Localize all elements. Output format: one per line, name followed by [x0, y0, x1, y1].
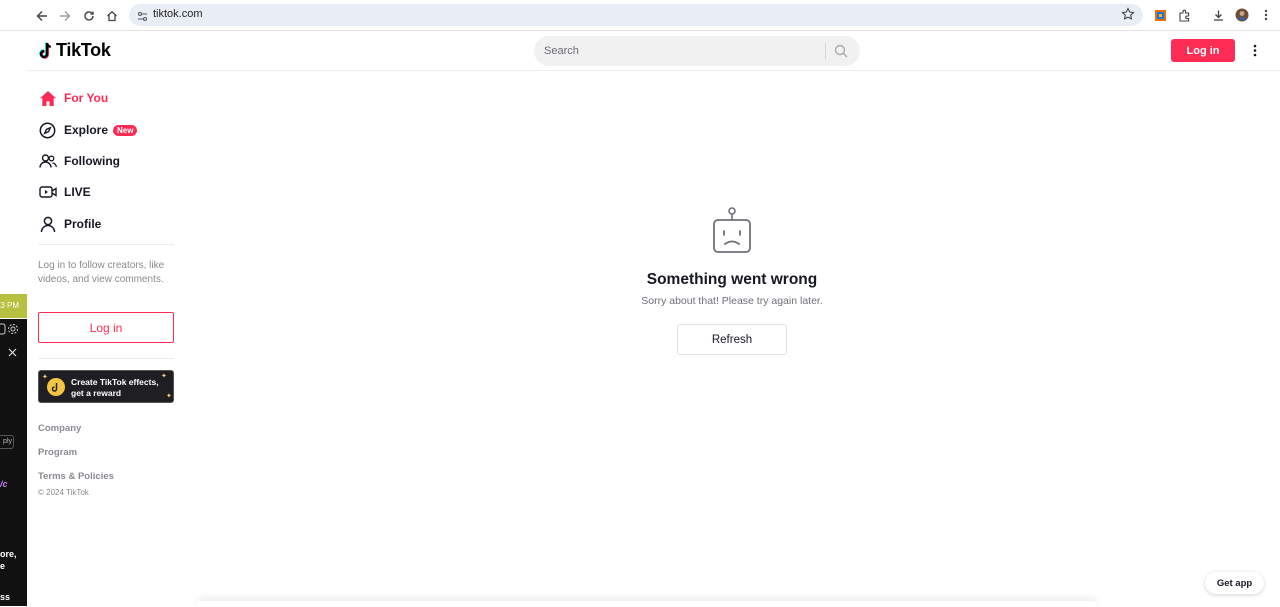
site-settings-icon[interactable] [137, 9, 148, 27]
footer-link-program[interactable]: Program [38, 447, 77, 458]
error-subtitle: Sorry about that! Please try again later… [641, 295, 823, 307]
extension-icon[interactable] [1153, 8, 1167, 22]
url-text: tiktok.com [153, 8, 203, 20]
sidebar-item-label: Explore [64, 123, 109, 137]
background-window-text: ore, [0, 549, 17, 559]
effects-title: Create TikTok effects, [71, 377, 159, 387]
sidebar-item-profile[interactable]: Profile [38, 213, 101, 235]
browser-toolbar: tiktok.com [0, 0, 1280, 31]
background-window-time: 3 PM [0, 294, 27, 318]
back-icon[interactable] [33, 7, 51, 25]
home-icon[interactable] [103, 7, 121, 25]
header-login-button[interactable]: Log in [1171, 39, 1235, 62]
background-window-icon [0, 323, 6, 335]
sidebar-item-following[interactable]: Following [38, 150, 120, 172]
bookmark-star-icon[interactable] [1121, 7, 1135, 26]
address-bar[interactable]: tiktok.com [129, 4, 1143, 26]
tiktok-note-icon [39, 41, 52, 59]
close-icon [8, 348, 17, 357]
forward-icon[interactable] [56, 7, 74, 25]
following-icon [38, 152, 57, 171]
sparkle-icon: ✦ [166, 393, 172, 400]
bottom-sheet-edge [197, 601, 1097, 607]
sidebar-item-live[interactable]: LIVE [38, 181, 91, 203]
search-icon[interactable] [832, 42, 850, 60]
menu-kebab-icon[interactable] [1259, 8, 1273, 22]
create-effects-banner[interactable]: ✦ ✦ ✦ Create TikTok effects, get a rewar… [38, 370, 174, 403]
search-bar [534, 36, 860, 66]
new-badge: New [113, 124, 138, 136]
tiktok-page: TikTok Log in For You Explore New Fo [27, 31, 1280, 606]
footer-link-company[interactable]: Company [38, 423, 81, 434]
sidebar-item-explore[interactable]: Explore New [38, 119, 138, 141]
background-window-text: e [0, 561, 6, 571]
background-window-text: /c [0, 479, 8, 489]
live-icon [38, 183, 57, 202]
sidebar-item-for-you[interactable]: For You [38, 87, 108, 109]
background-window-panel: ply /c ore, e ss [0, 319, 27, 606]
sidebar-divider [38, 358, 174, 359]
copyright-text: © 2024 TikTok [38, 488, 89, 497]
reload-icon[interactable] [80, 7, 98, 25]
sidebar-divider [38, 244, 174, 245]
error-title: Something went wrong [646, 271, 818, 288]
sad-robot-icon [713, 207, 751, 253]
sidebar-item-label: Following [64, 154, 120, 168]
profile-icon [38, 215, 57, 234]
effects-coin-icon [47, 378, 65, 396]
sidebar-login-button[interactable]: Log in [38, 312, 174, 343]
profile-avatar[interactable] [1235, 8, 1249, 22]
background-window-label: ply [0, 435, 14, 449]
gear-icon [8, 324, 18, 334]
search-input[interactable] [544, 36, 824, 66]
sidebar-item-label: For You [64, 91, 109, 105]
sparkle-icon: ✦ [42, 374, 48, 381]
login-hint-text: Log in to follow creators, like videos, … [38, 260, 165, 285]
compass-icon [38, 121, 57, 140]
puzzle-icon[interactable] [1177, 8, 1191, 22]
get-app-button[interactable]: Get app [1205, 572, 1264, 594]
refresh-button[interactable]: Refresh [677, 324, 787, 355]
sparkle-icon: ✦ [161, 373, 167, 380]
more-options-icon[interactable] [1249, 42, 1261, 58]
download-icon[interactable] [1211, 8, 1225, 22]
top-header: TikTok Log in [27, 31, 1280, 71]
tiktok-logo[interactable]: TikTok [38, 40, 111, 61]
logo-wordmark: TikTok [56, 40, 111, 60]
footer-link-terms[interactable]: Terms & Policies [38, 471, 114, 482]
home-icon [38, 89, 57, 108]
background-window-text: ss [0, 592, 11, 602]
search-divider [825, 43, 826, 59]
sidebar-item-label: LIVE [64, 185, 91, 199]
effects-subtitle: get a reward [71, 388, 122, 398]
sidebar-item-label: Profile [64, 217, 102, 231]
